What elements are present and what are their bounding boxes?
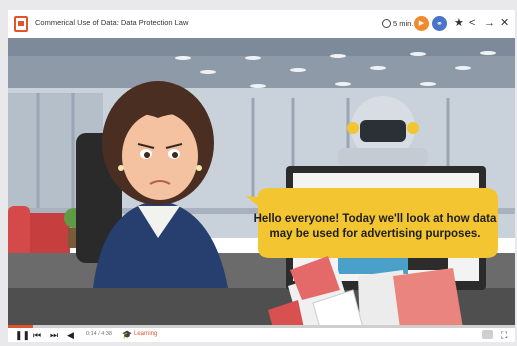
volume-icon[interactable]: ◀ (67, 329, 74, 341)
share-icon[interactable]: < (469, 15, 475, 31)
earring (118, 165, 124, 171)
video-scene[interactable]: Hello everyone! Today we'll look at how … (8, 38, 515, 328)
network-icon[interactable]: ⚭ (432, 16, 447, 31)
document-icon (14, 16, 28, 32)
course-title: Commerical Use of Data: Data Protection … (35, 18, 189, 27)
robot-hands (338, 148, 428, 166)
woman-face (122, 112, 198, 200)
player-controls: ❚❚ ⏮ ⏭ ◀ 0:14 / 4:38 🎓 Learning ⛶ (8, 328, 515, 342)
video-player: Commerical Use of Data: Data Protection … (8, 10, 515, 342)
top-bar: Commerical Use of Data: Data Protection … (8, 10, 515, 38)
star-icon[interactable]: ★ (454, 15, 464, 31)
next-arrow-icon[interactable]: → (484, 15, 495, 31)
fullscreen-icon[interactable]: ⛶ (501, 329, 507, 341)
play-audio-button[interactable]: ▶ (414, 16, 429, 31)
clock-icon (382, 19, 391, 28)
mode-label[interactable]: Learning (134, 331, 157, 337)
graduation-cap-icon: 🎓 (122, 330, 132, 339)
previous-icon[interactable]: ⏮ (33, 329, 41, 341)
subtitles-button[interactable] (482, 330, 493, 339)
pause-icon[interactable]: ❚❚ (15, 329, 30, 341)
next-icon[interactable]: ⏭ (50, 329, 58, 341)
speech-text: Hello everyone! Today we'll look at how … (253, 213, 497, 240)
time-display: 0:14 / 4:38 (86, 331, 112, 337)
robot-visor (360, 120, 406, 142)
scene-illustration (8, 38, 515, 328)
brochure (393, 268, 463, 328)
duration-label: 5 min. (393, 19, 414, 28)
close-icon[interactable]: ✕ (500, 15, 509, 31)
